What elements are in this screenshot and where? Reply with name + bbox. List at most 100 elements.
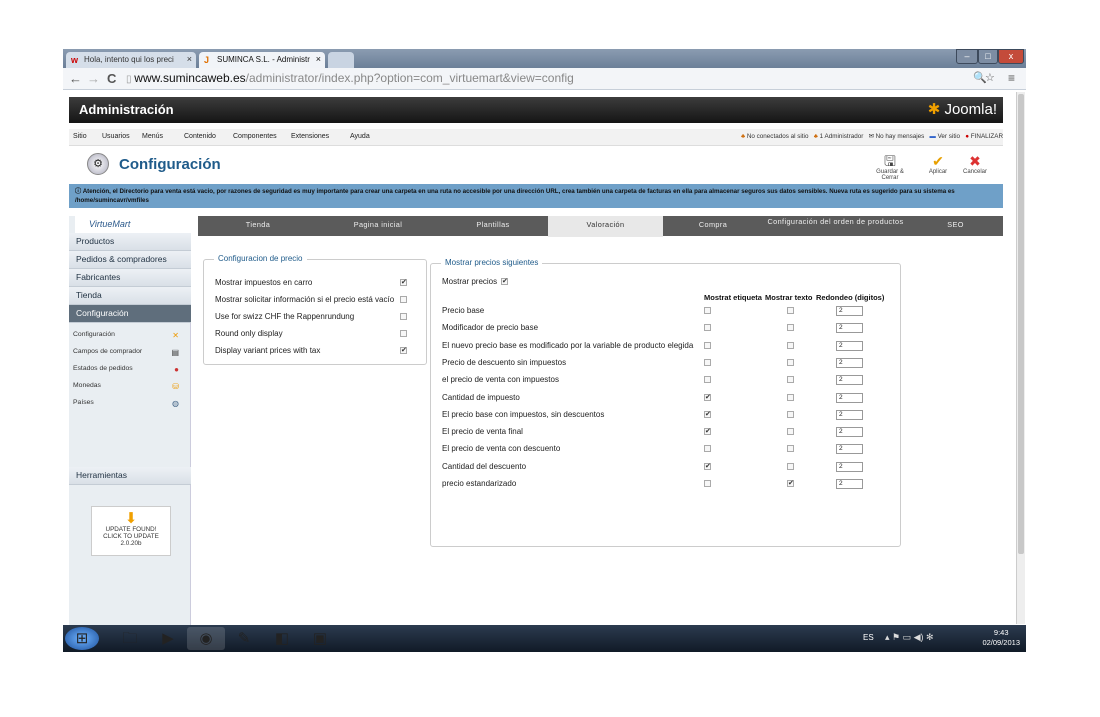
maximize-icon[interactable]: □ xyxy=(978,49,998,64)
sidebar-item-herramientas[interactable]: Herramientas xyxy=(69,467,191,485)
scroll-thumb[interactable] xyxy=(1018,94,1024,554)
show-text-checkbox[interactable] xyxy=(787,341,794,349)
menu-extensiones[interactable]: Extensiones xyxy=(291,133,329,140)
rounding-digits-input[interactable]: 2 xyxy=(836,306,863,316)
show-prices-checkbox[interactable]: ✔ xyxy=(501,278,508,285)
explorer-icon[interactable]: 🗀 xyxy=(111,627,149,650)
sidebar-item-productos[interactable]: Productos xyxy=(69,233,191,251)
show-text-checkbox[interactable] xyxy=(787,393,794,401)
scrollbar[interactable] xyxy=(1016,92,1025,624)
rounding-digits-input[interactable]: 2 xyxy=(836,427,863,438)
rounding-digits-input[interactable]: 2 xyxy=(836,444,863,455)
chrome-icon[interactable]: ◉ xyxy=(187,627,225,650)
tab-seo[interactable]: SEO xyxy=(908,216,1003,236)
minimize-icon[interactable]: – xyxy=(956,49,978,64)
apply-label: Aplicar xyxy=(928,169,948,175)
update-notice[interactable]: ⬇ UPDATE FOUND! CLICK TO UPDATE 2.0.20b xyxy=(91,506,171,556)
show-text-checkbox[interactable] xyxy=(787,358,794,366)
tab-orden-productos[interactable]: Configuración del orden de productos xyxy=(763,216,908,236)
tray-icons[interactable]: ▴ ⚑ ▭ ◀) ✻ xyxy=(885,632,934,643)
rounding-digits-input[interactable]: 2 xyxy=(836,340,863,351)
menu-ayuda[interactable]: Ayuda xyxy=(350,133,370,140)
sidebar-item-configuracion[interactable]: Configuración xyxy=(69,305,191,323)
app-icon[interactable]: ◧ xyxy=(263,627,301,650)
rounding-digits-input[interactable]: 2 xyxy=(836,357,863,368)
rounding-digits-input[interactable]: 2 xyxy=(836,323,863,334)
show-label-checkbox[interactable]: ✔ xyxy=(704,393,711,401)
tax-in-cart-checkbox[interactable]: ✔ xyxy=(400,279,407,286)
bookmark-star-icon[interactable]: ☆ xyxy=(985,71,995,84)
show-text-checkbox[interactable] xyxy=(787,445,794,453)
rappenrundung-checkbox[interactable] xyxy=(400,313,407,320)
new-tab-button[interactable] xyxy=(328,52,354,68)
browser-tab-2[interactable]: J SUMINCA S.L. - Administr × xyxy=(199,52,325,68)
show-text-checkbox[interactable] xyxy=(787,307,794,314)
show-text-checkbox[interactable] xyxy=(787,410,794,418)
rounding-digits-input[interactable]: 2 xyxy=(836,409,863,420)
menu-menus[interactable]: Menús xyxy=(142,133,163,140)
tab-pagina-inicial[interactable]: Pagina inicial xyxy=(318,216,438,236)
cancel-button[interactable]: ✖ Cancelar xyxy=(956,153,994,175)
close-icon[interactable]: × xyxy=(187,54,192,64)
favicon-icon: w xyxy=(71,55,79,65)
media-player-icon[interactable]: ▶ xyxy=(149,627,187,650)
round-display-checkbox[interactable] xyxy=(400,330,407,337)
menu-componentes[interactable]: Componentes xyxy=(233,133,277,140)
menu-sitio[interactable]: Sitio xyxy=(73,133,87,140)
rounding-digits-input[interactable]: 2 xyxy=(836,461,863,472)
sidebar-item-tienda[interactable]: Tienda xyxy=(69,287,191,305)
rounding-digits-input[interactable]: 2 xyxy=(836,375,863,386)
browser-tab-1[interactable]: w Hola, intento qui los preci × xyxy=(66,52,196,68)
messages-link[interactable]: No hay mensajes xyxy=(876,133,925,140)
show-text-checkbox[interactable] xyxy=(787,324,794,332)
sidebar-sub-configuracion[interactable]: Configuración ✕ xyxy=(73,331,183,340)
menu-icon[interactable]: ≡ xyxy=(1008,71,1015,85)
rounding-digits-input[interactable]: 2 xyxy=(836,479,863,489)
show-label-checkbox[interactable] xyxy=(704,307,711,314)
tab-plantillas[interactable]: Plantillas xyxy=(438,216,548,236)
back-icon[interactable]: ← xyxy=(69,71,82,86)
view-site-link[interactable]: Ver sitio xyxy=(938,133,960,140)
save-close-button[interactable]: 🖫 Guardar & Cerrar xyxy=(871,153,909,181)
sidebar-item-pedidos[interactable]: Pedidos & compradores xyxy=(69,251,191,269)
start-button[interactable]: ⊞ xyxy=(65,627,99,650)
show-label-checkbox[interactable] xyxy=(704,358,711,366)
sidebar-sub-campos[interactable]: Campos de comprador ▤ xyxy=(73,348,183,357)
apply-button[interactable]: ✔ Aplicar xyxy=(919,153,957,175)
menu-usuarios[interactable]: Usuarios xyxy=(102,133,130,140)
tab-valoracion[interactable]: Valoración xyxy=(548,216,663,237)
sidebar-sub-estados[interactable]: Estados de pedidos ● xyxy=(73,365,183,374)
forward-icon[interactable]: → xyxy=(87,71,100,86)
close-window-icon[interactable]: x xyxy=(998,49,1024,64)
logout-link[interactable]: FINALIZAR xyxy=(971,133,1003,140)
show-label-checkbox[interactable] xyxy=(704,324,711,332)
variant-tax-checkbox[interactable]: ✔ xyxy=(400,347,407,354)
show-label-checkbox[interactable]: ✔ xyxy=(704,428,711,436)
show-label-checkbox[interactable] xyxy=(704,445,711,453)
show-label-checkbox[interactable] xyxy=(704,376,711,384)
editor-icon[interactable]: ✎ xyxy=(225,627,263,650)
rounding-digits-input[interactable]: 2 xyxy=(836,392,863,403)
system-clock[interactable]: 9:43 02/09/2013 xyxy=(982,628,1020,648)
show-label-checkbox[interactable]: ✔ xyxy=(704,462,711,470)
tab-tienda[interactable]: Tienda xyxy=(198,216,318,236)
close-icon[interactable]: × xyxy=(316,54,321,64)
sidebar-sub-paises[interactable]: Países ◍ xyxy=(73,399,183,408)
language-indicator[interactable]: ES xyxy=(863,633,874,642)
show-label-checkbox[interactable]: ✔ xyxy=(704,410,711,418)
show-label-checkbox[interactable] xyxy=(704,480,711,487)
sidebar-sub-monedas[interactable]: Monedas ⛁ xyxy=(73,382,183,391)
sidebar-item-fabricantes[interactable]: Fabricantes xyxy=(69,269,191,287)
tab-compra[interactable]: Compra xyxy=(663,216,763,236)
show-text-checkbox[interactable] xyxy=(787,462,794,470)
show-text-checkbox[interactable] xyxy=(787,428,794,436)
price-row-label: El nuevo precio base es modificado por l… xyxy=(442,340,694,350)
reload-icon[interactable]: C xyxy=(107,71,116,86)
ask-price-checkbox[interactable] xyxy=(400,296,407,303)
show-label-checkbox[interactable] xyxy=(704,341,711,349)
show-text-checkbox[interactable] xyxy=(787,376,794,384)
paint-icon[interactable]: ▣ xyxy=(301,627,339,650)
menu-contenido[interactable]: Contenido xyxy=(184,133,216,140)
show-text-checkbox[interactable]: ✔ xyxy=(787,480,794,487)
address-bar[interactable]: ▯ www.sumincaweb.es/administrator/index.… xyxy=(126,71,976,87)
